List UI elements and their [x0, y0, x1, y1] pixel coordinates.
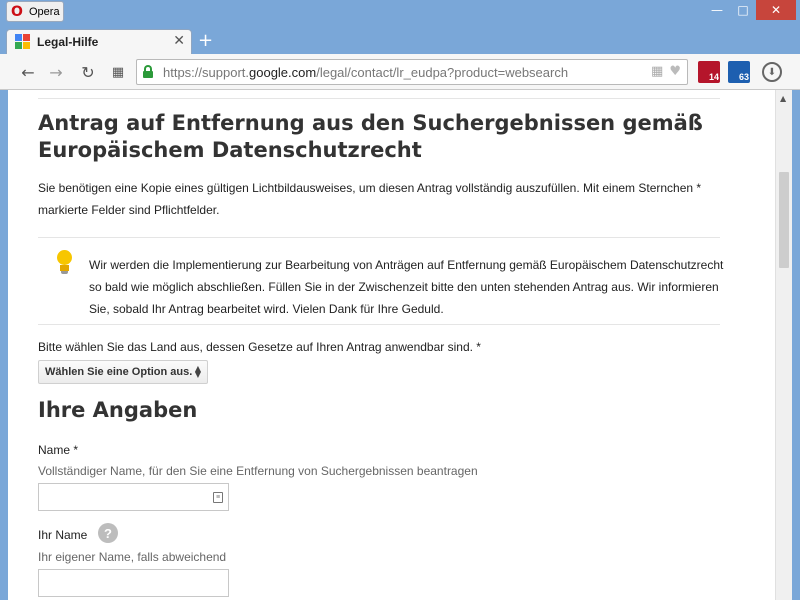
url-path: /legal/contact/lr_eudpa?product=websearc… — [316, 65, 569, 80]
your-name-hint: Ihr eigener Name, falls abweichend — [38, 550, 227, 564]
google-favicon-icon — [15, 34, 31, 50]
your-name-label: Ihr Name — [38, 528, 88, 542]
country-select[interactable]: Wählen Sie eine Option aus. ▲ ▼ — [38, 360, 208, 384]
tab-title: Legal-Hilfe — [37, 35, 99, 49]
extension-badge: 63 — [738, 72, 749, 82]
name-label: Name * — [38, 443, 79, 457]
address-bar[interactable]: https://support.google.com/legal/contact… — [136, 59, 688, 85]
close-window-button[interactable]: ✕ — [756, 0, 796, 20]
lock-icon[interactable] — [143, 65, 153, 78]
divider — [38, 324, 720, 325]
speed-dial-button[interactable]: ▦ — [108, 62, 128, 82]
contact-card-icon[interactable]: ≡ — [213, 492, 223, 503]
url-prefix: https://support. — [163, 65, 249, 80]
scrollbar-thumb[interactable] — [779, 172, 789, 268]
page-viewport: Antrag auf Entfernung aus den Suchergebn… — [8, 90, 792, 600]
tab-legal-hilfe[interactable]: Legal-Hilfe ✕ — [6, 29, 192, 54]
title-bar: O Opera — □ ✕ — [0, 0, 800, 26]
opera-menu-label: Opera — [29, 5, 60, 18]
minimize-button[interactable]: — — [704, 0, 730, 20]
reload-button[interactable]: ↻ — [78, 62, 98, 82]
heart-icon[interactable]: ♥ — [669, 64, 681, 79]
download-icon[interactable]: ⬇ — [762, 62, 782, 82]
opera-logo-icon: O — [11, 3, 23, 20]
notice-text: Wir werden die Implementierung zur Bearb… — [89, 258, 724, 316]
tab-close-icon[interactable]: ✕ — [173, 33, 185, 49]
vertical-scrollbar[interactable]: ▲ — [775, 90, 792, 600]
select-arrows-icon: ▲ ▼ — [194, 364, 201, 379]
speeddial-icon[interactable]: ▦ — [651, 64, 663, 79]
help-icon[interactable]: ? — [98, 523, 118, 543]
extension-mail-icon[interactable]: 63 — [728, 61, 750, 83]
url-domain: google.com — [249, 65, 317, 80]
opera-menu-button[interactable]: O Opera — [6, 1, 64, 22]
divider — [38, 237, 720, 238]
scroll-up-arrow-icon[interactable]: ▲ — [780, 94, 786, 103]
window-controls: — □ ✕ — [704, 0, 796, 20]
page-title: Antrag auf Entfernung aus den Suchergebn… — [38, 111, 703, 162]
name-input[interactable]: ≡ — [38, 483, 229, 511]
your-name-input[interactable] — [38, 569, 229, 597]
extension-calendar-icon[interactable]: 14 — [698, 61, 720, 83]
forward-button[interactable]: → — [46, 62, 66, 82]
maximize-button[interactable]: □ — [730, 0, 756, 20]
intro-text: Sie benötigen eine Kopie eines gültigen … — [38, 181, 702, 217]
tab-strip: Legal-Hilfe ✕ + — [0, 26, 800, 54]
lightbulb-icon — [54, 250, 76, 276]
back-button[interactable]: ← — [18, 62, 38, 82]
address-bar-icons: ▦ ♥ — [651, 64, 681, 79]
divider — [38, 98, 720, 99]
section-heading: Ihre Angaben — [38, 398, 198, 422]
new-tab-button[interactable]: + — [198, 30, 213, 51]
country-select-label: Bitte wählen Sie das Land aus, dessen Ge… — [38, 340, 481, 354]
name-hint: Vollständiger Name, für den Sie eine Ent… — [38, 464, 478, 478]
extension-badge: 14 — [708, 72, 719, 82]
navigation-toolbar: ← → ↻ ▦ https://support.google.com/legal… — [0, 54, 800, 90]
country-select-value: Wählen Sie eine Option aus. — [45, 366, 193, 378]
url-text[interactable]: https://support.google.com/legal/contact… — [163, 65, 568, 80]
